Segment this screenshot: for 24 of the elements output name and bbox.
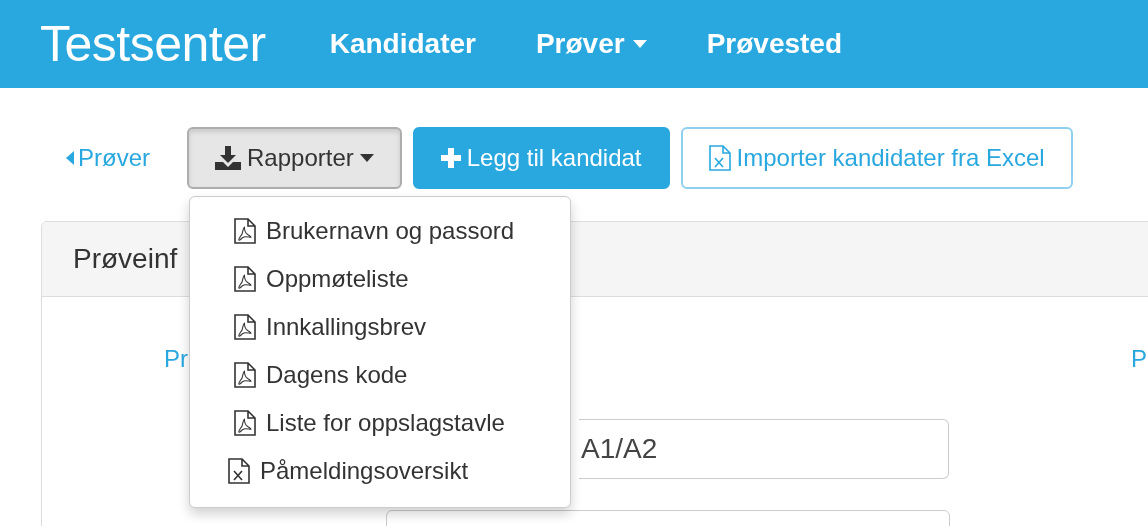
spreadsheet-file-icon bbox=[228, 458, 250, 484]
menu-item[interactable]: Innkallingsbrev bbox=[190, 303, 570, 351]
menu-item[interactable]: Oppmøteliste bbox=[190, 255, 570, 303]
download-icon bbox=[215, 146, 241, 170]
pdf-file-icon bbox=[234, 266, 256, 292]
reports-button[interactable]: Rapporter bbox=[187, 127, 402, 189]
caret-icon bbox=[632, 40, 647, 48]
pdf-file-icon bbox=[234, 410, 256, 436]
spreadsheet-file-icon bbox=[708, 145, 731, 171]
input-field[interactable]: A1/A2 bbox=[579, 419, 949, 479]
panel-title: Prøveinf bbox=[73, 243, 178, 275]
field-label: Pr bbox=[164, 345, 189, 373]
menu-item[interactable]: Liste for oppslagstavle bbox=[190, 399, 570, 447]
caret-icon bbox=[66, 151, 74, 165]
plus-icon bbox=[440, 148, 461, 168]
menu-item[interactable]: Brukernavn og passord bbox=[190, 207, 570, 255]
caret-icon bbox=[359, 154, 374, 162]
menu-item[interactable]: Påmeldingsoversikt bbox=[190, 447, 570, 495]
field-label: P bbox=[1131, 345, 1148, 373]
menu-item[interactable]: Dagens kode bbox=[190, 351, 570, 399]
pdf-file-icon bbox=[234, 362, 256, 388]
pdf-file-icon bbox=[234, 314, 256, 340]
pdf-file-icon bbox=[234, 218, 256, 244]
brand-title: Testsenter bbox=[40, 15, 266, 73]
